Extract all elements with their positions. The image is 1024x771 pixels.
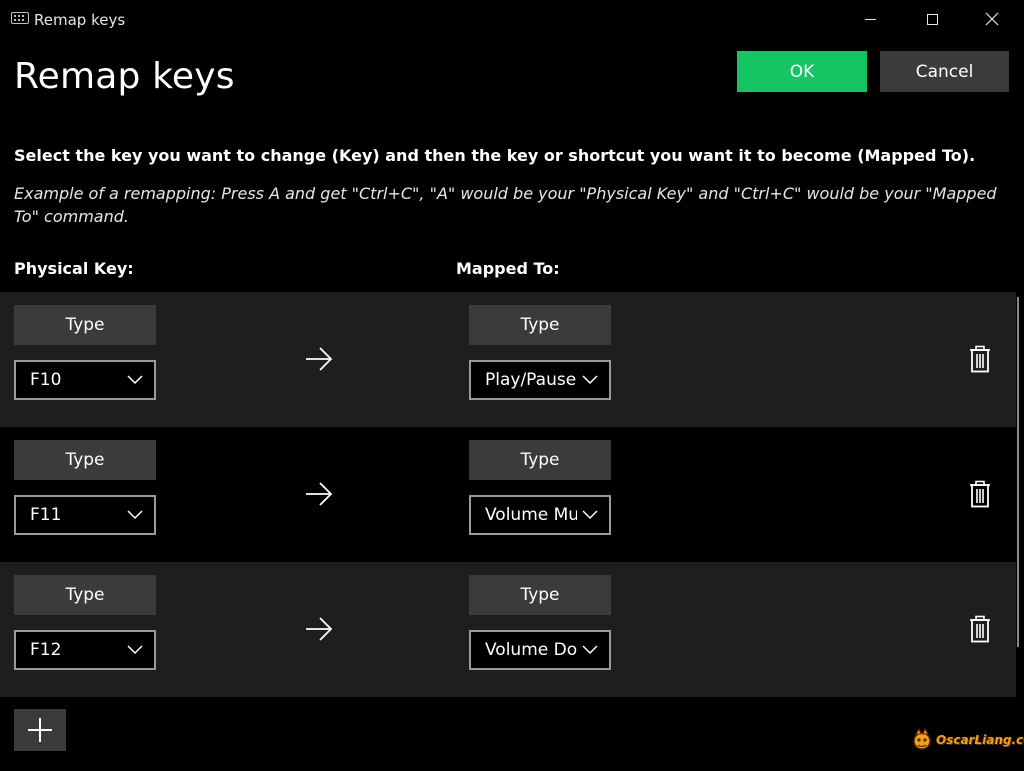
watermark-text: OscarLiang.com (936, 733, 1024, 747)
mapped-to-dropdown[interactable]: Play/Pause (469, 360, 611, 400)
close-button[interactable] (962, 0, 1022, 38)
arrow-right-icon (306, 617, 333, 641)
title-bar: Remap keys (0, 0, 1024, 38)
physical-type-button[interactable]: Type (14, 440, 156, 480)
trash-icon[interactable] (969, 615, 991, 643)
maximize-icon (926, 13, 938, 25)
chevron-down-icon (582, 375, 598, 385)
mapped-type-button[interactable]: Type (469, 440, 611, 480)
chevron-down-icon (582, 645, 598, 655)
physical-key-value: F10 (30, 370, 62, 390)
physical-type-button[interactable]: Type (14, 305, 156, 345)
chevron-down-icon (582, 510, 598, 520)
add-remap-button[interactable] (14, 709, 66, 751)
page-title: Remap keys (14, 56, 235, 97)
mapped-type-button[interactable]: Type (469, 305, 611, 345)
example-text: Example of a remapping: Press A and get … (14, 184, 997, 226)
mapped-to-dropdown[interactable]: Volume Down (469, 630, 611, 670)
arrow-right-icon (306, 347, 333, 371)
minimize-button[interactable] (840, 0, 900, 38)
scrollbar[interactable] (1017, 297, 1019, 647)
mapped-type-button[interactable]: Type (469, 575, 611, 615)
maximize-button[interactable] (902, 0, 962, 38)
physical-key-value: F12 (30, 640, 62, 660)
physical-key-dropdown[interactable]: F12 (14, 630, 156, 670)
keyboard-icon (11, 12, 29, 24)
ok-button[interactable]: OK (737, 51, 867, 92)
mapped-to-dropdown[interactable]: Volume Mute (469, 495, 611, 535)
plus-icon (28, 718, 52, 742)
cancel-button[interactable]: Cancel (880, 51, 1009, 92)
trash-icon[interactable] (969, 480, 991, 508)
arrow-right-icon (306, 482, 333, 506)
mapped-to-value: Play/Pause (485, 370, 577, 390)
watermark: OscarLiang.com (912, 726, 1024, 754)
remap-row: Type F10 Type Play/Pause (0, 292, 1016, 427)
physical-key-dropdown[interactable]: F10 (14, 360, 156, 400)
mapped-to-value: Volume Mute (485, 505, 577, 525)
minimize-icon (864, 18, 876, 20)
mapped-to-header: Mapped To: (456, 259, 560, 278)
chevron-down-icon (127, 645, 143, 655)
mapped-to-value: Volume Down (485, 640, 577, 660)
watermark-logo (913, 728, 931, 750)
remap-row: Type F12 Type Volume Down (0, 562, 1016, 697)
chevron-down-icon (127, 375, 143, 385)
physical-key-value: F11 (30, 505, 62, 525)
physical-type-button[interactable]: Type (14, 575, 156, 615)
trash-icon[interactable] (969, 345, 991, 373)
remap-keys-window: Remap keys Remap keys OK Cancel Select t… (0, 0, 1024, 771)
chevron-down-icon (127, 510, 143, 520)
physical-key-header: Physical Key: (14, 259, 134, 278)
window-title: Remap keys (34, 11, 126, 29)
physical-key-dropdown[interactable]: F11 (14, 495, 156, 535)
remap-row: Type F11 Type Volume Mute (0, 427, 1016, 562)
instructions-text: Select the key you want to change (Key) … (14, 146, 976, 165)
close-icon (985, 12, 999, 26)
